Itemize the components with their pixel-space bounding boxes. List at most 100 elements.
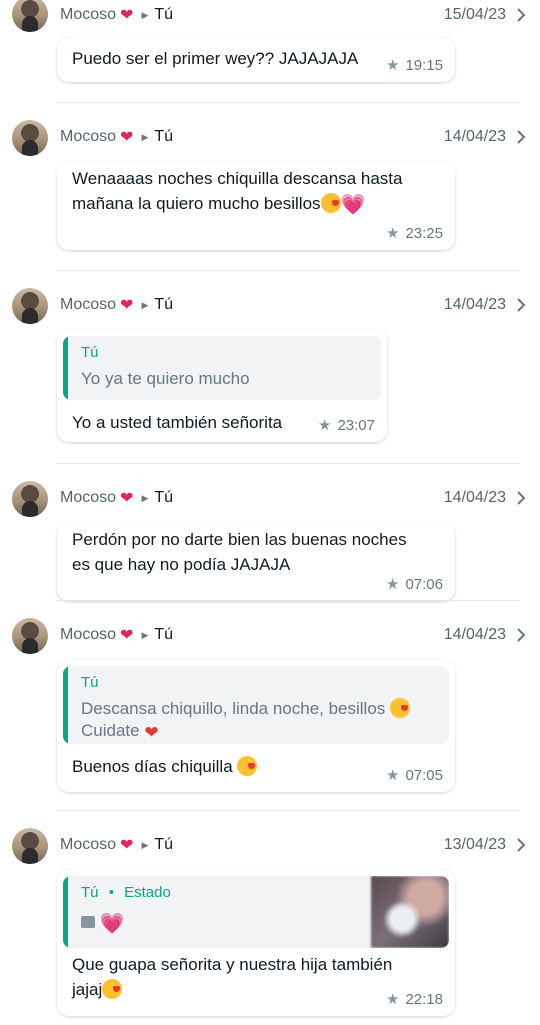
message-header: Mocoso ❤ ▶ Tú: [60, 833, 173, 857]
quote-line: Cuidate: [81, 721, 140, 740]
message-time: 07:06: [405, 575, 443, 593]
heart-icon: ❤: [120, 129, 134, 146]
arrow-icon: ▶: [141, 839, 149, 850]
message-time: 23:07: [337, 416, 375, 434]
message-header: Mocoso ❤ ▶ Tú: [60, 125, 173, 149]
heart-emoji: 💗: [99, 913, 125, 935]
quote-author: Tú: [81, 344, 99, 361]
message-text: Yo a usted también señorita: [72, 413, 283, 432]
status-thumbnail[interactable]: [371, 876, 449, 948]
kiss-emoji: [237, 756, 258, 776]
message-line: Buenos días chiquilla: [72, 757, 233, 776]
divider: [56, 810, 520, 811]
message-date: 14/04/23: [443, 489, 506, 506]
quoted-message[interactable]: Tú Yo ya te quiero mucho: [63, 336, 381, 400]
star-icon: ★: [318, 417, 332, 434]
avatar: [12, 618, 48, 654]
message-text: Buenos días chiquilla: [72, 754, 258, 779]
message-text: Wenaaaas noches chiquilla descansa hasta…: [72, 166, 402, 218]
chevron-right-icon[interactable]: [516, 627, 526, 642]
recipient-name: Tú: [154, 626, 174, 643]
message-time: 23:25: [405, 224, 443, 242]
message-line: mañana la quiero mucho besillos: [72, 194, 321, 213]
message-bubble[interactable]: Perdón por no darte bien las buenas noch…: [57, 523, 455, 601]
message-text: Perdón por no darte bien las buenas noch…: [72, 527, 407, 577]
recipient-name: Tú: [154, 6, 174, 23]
avatar: [12, 828, 48, 864]
quote-text: Yo ya te quiero mucho: [81, 369, 250, 388]
message-meta: ★ 22:18: [386, 990, 443, 1009]
quote-author: Tú: [81, 674, 99, 691]
quoted-message[interactable]: Tú Descansa chiquillo, linda noche, besi…: [63, 666, 449, 744]
message-time: 07:05: [405, 766, 443, 784]
separator-dot: •: [108, 884, 114, 901]
arrow-icon: ▶: [141, 629, 149, 640]
recipient-name: Tú: [154, 296, 174, 313]
message-header: Mocoso ❤ ▶ Tú: [60, 486, 173, 510]
divider: [56, 600, 520, 601]
message-date: 14/04/23: [443, 296, 506, 313]
message-bubble[interactable]: Tú Yo ya te quiero mucho Yo a usted tamb…: [57, 330, 387, 442]
message-line: Perdón por no darte bien las buenas noch…: [72, 530, 407, 549]
heart-icon: ❤: [120, 490, 134, 507]
chevron-right-icon[interactable]: [516, 837, 526, 852]
message-line: Que guapa señorita y nuestra hija tambié…: [72, 955, 393, 974]
message-bubble[interactable]: Puedo ser el primer wey?? JAJAJAJA ★ 19:…: [57, 38, 455, 82]
message-bubble[interactable]: Tú Descansa chiquillo, linda noche, besi…: [57, 660, 455, 792]
star-icon: ★: [386, 225, 400, 242]
message-meta: ★ 23:07: [318, 416, 375, 435]
avatar: [12, 0, 48, 32]
heart-icon: ❤: [120, 297, 134, 314]
message-meta: ★ 07:06: [386, 575, 443, 594]
chevron-right-icon[interactable]: [516, 490, 526, 505]
star-icon: ★: [386, 767, 400, 784]
message-date: 13/04/23: [443, 836, 506, 853]
arrow-icon: ▶: [141, 9, 149, 20]
quote-source: Estado: [124, 884, 171, 901]
sender-name: Mocoso: [60, 128, 117, 145]
star-icon: ★: [386, 991, 400, 1008]
message-text: Que guapa señorita y nuestra hija tambié…: [72, 952, 392, 1002]
quote-bar: [63, 876, 68, 948]
divider: [56, 102, 520, 103]
sender-name: Mocoso: [60, 836, 117, 853]
message-bubble[interactable]: Wenaaaas noches chiquilla descansa hasta…: [57, 162, 455, 250]
divider: [56, 270, 520, 271]
arrow-icon: ▶: [141, 492, 149, 503]
quote-media: 💗: [81, 912, 125, 935]
message-line: es que hay no podía JAJAJA: [72, 555, 291, 574]
chevron-right-icon[interactable]: [516, 7, 526, 22]
divider: [56, 463, 520, 464]
chevron-right-icon[interactable]: [516, 297, 526, 312]
avatar: [12, 481, 48, 517]
star-icon: ★: [386, 576, 400, 593]
message-header: Mocoso ❤ ▶ Tú: [60, 293, 173, 317]
quoted-status[interactable]: Tú • Estado 💗: [63, 876, 449, 948]
quote-author: Tú: [81, 884, 99, 901]
quote-line: Descansa chiquillo, linda noche, besillo…: [81, 699, 386, 718]
star-icon: ★: [386, 57, 400, 74]
recipient-name: Tú: [154, 128, 174, 145]
message-bubble[interactable]: Tú • Estado 💗 Que guapa señorita y nuest…: [57, 870, 455, 1016]
sender-name: Mocoso: [60, 489, 117, 506]
kiss-emoji: [102, 979, 123, 999]
quote-bar: [63, 336, 68, 400]
kiss-emoji: [390, 698, 411, 718]
avatar: [12, 288, 48, 324]
message-line: jajaj: [72, 980, 103, 999]
message-date: 14/04/23: [443, 626, 506, 643]
avatar: [12, 120, 48, 156]
heart-icon: ❤: [120, 837, 134, 854]
quote-text: Descansa chiquillo, linda noche, besillo…: [81, 698, 411, 744]
sender-name: Mocoso: [60, 296, 117, 313]
message-date: 14/04/23: [443, 128, 506, 145]
arrow-icon: ▶: [141, 299, 149, 310]
message-header: Mocoso ❤ ▶ Tú: [60, 3, 173, 27]
image-icon: [81, 916, 95, 928]
heart-icon: ❤: [120, 627, 134, 644]
message-meta: ★ 23:25: [386, 224, 443, 243]
message-meta: ★ 07:05: [386, 766, 443, 785]
message-line: Wenaaaas noches chiquilla descansa hasta: [72, 169, 403, 188]
quote-header: Tú • Estado: [81, 884, 171, 901]
chevron-right-icon[interactable]: [516, 129, 526, 144]
